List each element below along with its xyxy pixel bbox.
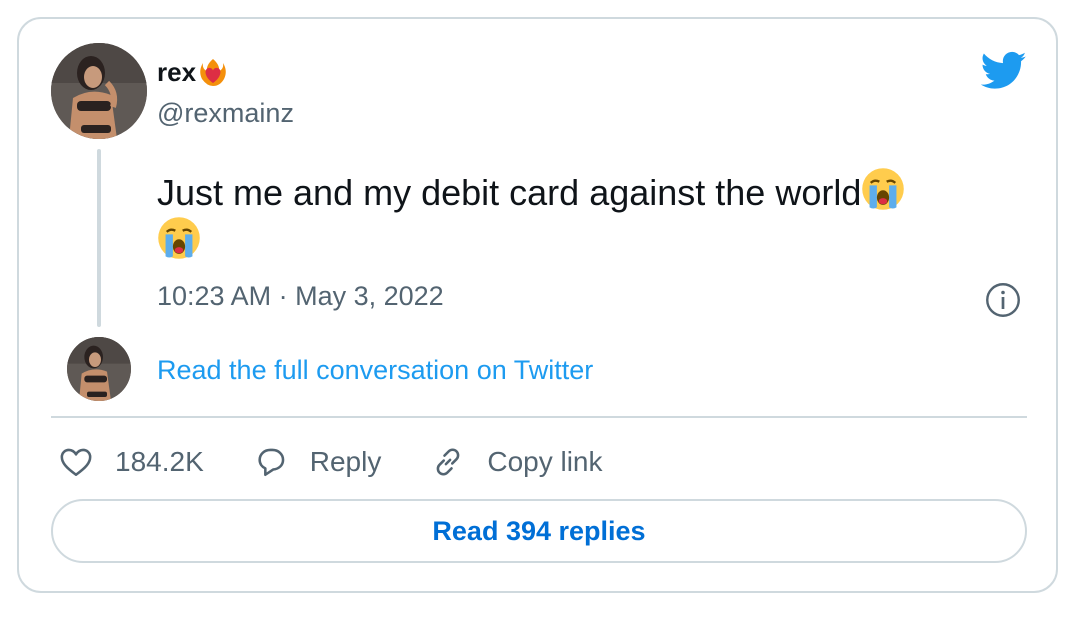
conversation-avatar[interactable] — [67, 337, 131, 401]
avatar-photo — [67, 337, 131, 401]
loudly-crying-face-icon — [158, 217, 200, 259]
link-icon — [436, 448, 460, 476]
reply-bubble-icon — [258, 448, 285, 477]
divider — [51, 416, 1027, 418]
like-count: 184.2K — [115, 446, 204, 477]
tweet-text: Just me and my debit card against the wo… — [157, 167, 997, 265]
tweet-time[interactable]: 10:23 AM — [157, 281, 271, 311]
reply-label: Reply — [309, 446, 382, 477]
author-name[interactable]: rex — [157, 57, 196, 87]
tweet-body: Just me and my debit card against the wo… — [157, 172, 862, 213]
like-button[interactable]: 184.2K — [59, 445, 204, 479]
reply-button[interactable]: Reply — [254, 445, 382, 479]
tweet-timestamp[interactable]: 10:23 AM · May 3, 2022 — [157, 279, 444, 313]
thread-line — [97, 149, 101, 327]
meta-separator: · — [278, 281, 288, 311]
heart-on-fire-icon — [200, 59, 226, 86]
tweet-date[interactable]: May 3, 2022 — [295, 281, 444, 311]
twitter-bird-icon[interactable] — [981, 51, 1027, 91]
action-bar: 184.2K Reply Copy link — [59, 439, 653, 485]
author-handle[interactable]: @rexmainz — [157, 97, 294, 129]
copy-link-label: Copy link — [487, 446, 603, 477]
info-icon[interactable] — [985, 282, 1021, 318]
author-name-row[interactable]: rex — [157, 57, 228, 87]
read-replies-button[interactable]: Read 394 replies — [51, 499, 1027, 563]
copy-link-button[interactable]: Copy link — [431, 445, 603, 479]
heart-icon — [60, 448, 92, 477]
author-avatar[interactable] — [51, 43, 147, 139]
read-full-conversation-link[interactable]: Read the full conversation on Twitter — [157, 353, 593, 387]
avatar-photo — [51, 43, 147, 139]
tweet-card: rex @rexmainz Just me and my debit card … — [17, 17, 1058, 593]
loudly-crying-face-icon — [862, 168, 905, 210]
